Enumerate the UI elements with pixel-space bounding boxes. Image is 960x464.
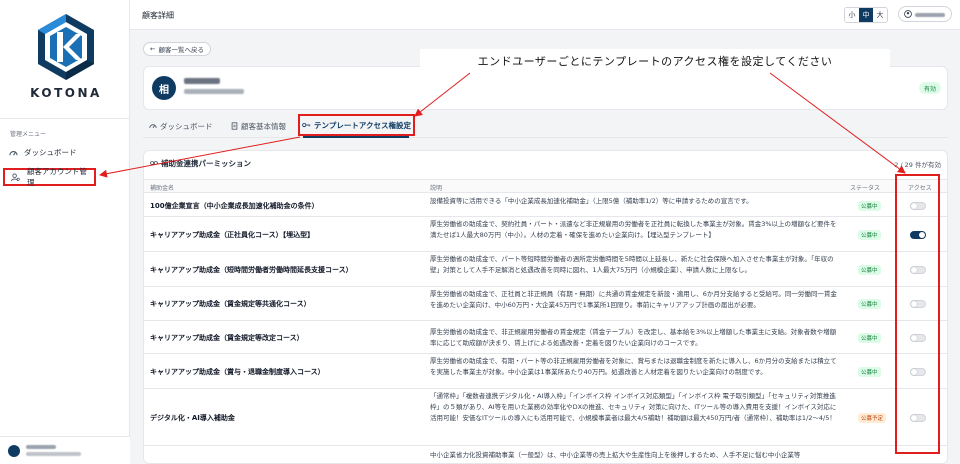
table-row: 100億企業宣言（中小企業成長加速化補助金の条件） 設備投資等に活用できる「中小企… <box>144 194 947 217</box>
table-row: キャリアアップ助成金（賃金規定等共通化コース） 厚生労働省の助成金で、正社員と非正… <box>144 287 947 321</box>
enabled-count: 2 / 29 件が有効 <box>894 161 941 169</box>
status-badge: 公募中 <box>858 366 881 377</box>
subsidy-name: 100億企業宣言（中小企業成長加速化補助金の条件） <box>150 201 319 210</box>
user-name-redacted <box>915 13 945 17</box>
font-size-switcher: 小 中 大 <box>844 7 888 23</box>
font-size-medium-button[interactable]: 中 <box>859 8 873 22</box>
sidebar-user[interactable] <box>0 436 130 464</box>
logo[interactable]: KOTONA <box>30 14 102 104</box>
menu-heading: 管理メニュー <box>10 131 47 138</box>
subsidy-name: キャリアアップ助成金（賃金規定等改定コース） <box>150 333 304 342</box>
tab-dashboard[interactable]: ダッシュボード <box>149 121 213 132</box>
panel-title: 補助金連携パーミッション <box>150 158 251 169</box>
permission-panel: 補助金連携パーミッション 2 / 29 件が有効 補助金名 説明 ステータス ア… <box>143 150 948 464</box>
sidebar-item-label: 顧客アカウント管理 <box>26 167 87 187</box>
column-header-status: ステータス <box>850 185 881 192</box>
status-badge: 公募中 <box>858 332 881 343</box>
table-row: キャリアアップ助成金（短時間労働者労働時間延長支援コース） 厚生労働省の助成金で、… <box>144 252 947 287</box>
table-header: 補助金名 説明 ステータス アクセス <box>144 179 947 193</box>
active-tab-indicator <box>303 136 409 138</box>
user-menu[interactable] <box>898 6 952 22</box>
font-size-large-button[interactable]: 大 <box>873 8 887 22</box>
panel-title-text: 補助金連携パーミッション <box>161 159 251 168</box>
user-icon <box>904 10 912 20</box>
status-badge: 公募中 <box>858 264 881 275</box>
table-row: キャリアアップ助成金（正社員化コース）【埋込型】 厚生労働省の助成金で、契約社員・… <box>144 217 947 252</box>
tab-template-access[interactable]: テンプレートアクセス権設定 <box>298 114 415 136</box>
sidebar-item-customer-accounts[interactable]: 顧客アカウント管理 <box>3 167 96 187</box>
topbar: 顧客詳細 小 中 大 <box>130 0 960 30</box>
status-badge: 公募中 <box>858 200 881 211</box>
column-header-desc: 説明 <box>430 185 443 192</box>
arrow-left-icon: ← <box>150 45 156 53</box>
subsidy-description: 厚生労働省の助成金で、契約社員・パート・派遣など非正規雇用の労働者を正社員に転換… <box>430 220 837 239</box>
tab-label: テンプレートアクセス権設定 <box>314 120 411 130</box>
customer-email-redacted <box>184 89 244 94</box>
subsidy-description: 「通常枠」「複数者連携デジタル化・AI導入枠」「インボイス枠 インボイス対応類型… <box>430 392 837 422</box>
link-icon <box>150 159 158 168</box>
status-badge: 公募中 <box>858 299 881 309</box>
user-name-redacted <box>26 445 56 449</box>
user-manage-icon <box>11 172 21 182</box>
sidebar-divider <box>0 118 130 119</box>
subsidy-description: 厚生労働省の助成金で、非正規雇用労働者の賃金規定（賃金テーブル）を改定し、基本給… <box>430 327 837 347</box>
logo-text: KOTONA <box>30 86 102 100</box>
subsidy-description: 厚生労働省の助成金で、有期・パート等の非正規雇用労働者を対象に、賞与または退職金… <box>430 357 837 376</box>
avatar <box>8 445 20 457</box>
subsidy-name: キャリアアップ助成金（短時間労働者労働時間延長支援コース） <box>150 265 353 274</box>
status-badge: 有効 <box>919 82 942 94</box>
subsidy-name: デジタル化・AI導入補助金 <box>150 413 235 422</box>
subsidy-description: 厚生労働省の助成金で、正社員と非正規員（有期・無期）に共通の賃金規定を新設・適用… <box>430 290 837 309</box>
sidebar: KOTONA 管理メニュー ダッシュボード 顧客アカウント管理 <box>0 0 130 464</box>
subsidy-name: キャリアアップ助成金（賃金規定等共通化コース） <box>150 300 311 308</box>
subsidy-name: キャリアアップ助成金（賞与・退職金制度導入コース） <box>150 367 325 376</box>
table-row: キャリアアップ助成金（賃金規定等改定コース） 厚生労働省の助成金で、非正規雇用労働… <box>144 321 947 354</box>
table-row: デジタル化・AI導入補助金 「通常枠」「複数者連携デジタル化・AI導入枠」「インボ… <box>144 389 947 446</box>
avatar: 相 <box>152 76 176 100</box>
document-icon <box>231 121 238 132</box>
table-row: 中小企業省力化投資補助事業（一般型）は、中小企業等の売上拡大や生産性向上を後押し… <box>144 446 947 463</box>
font-size-small-button[interactable]: 小 <box>845 8 859 22</box>
dashboard-icon <box>8 147 18 157</box>
status-badge: 公募予定 <box>858 412 887 423</box>
table-row: キャリアアップ助成金（賞与・退職金制度導入コース） 厚生労働省の助成金で、有期・パ… <box>144 354 947 389</box>
tab-label: 顧客基本情報 <box>241 122 286 131</box>
tab-label: ダッシュボード <box>160 122 213 131</box>
user-email-redacted <box>26 452 81 456</box>
tab-bar: ダッシュボード 顧客基本情報 テンプレートアクセス権設定 <box>143 114 948 138</box>
subsidy-description: 中小企業省力化投資補助事業（一般型）は、中小企業等の売上拡大や生産性向上を後押し… <box>430 451 801 459</box>
back-to-list-button[interactable]: ← 顧客一覧へ戻る <box>143 42 211 56</box>
tab-customer-info[interactable]: 顧客基本情報 <box>231 121 286 132</box>
subsidy-name: キャリアアップ助成金（正社員化コース）【埋込型】 <box>150 230 315 239</box>
back-label: 顧客一覧へ戻る <box>158 46 204 54</box>
status-badge: 公募中 <box>858 229 881 240</box>
sidebar-item-label: ダッシュボード <box>24 147 77 157</box>
page-title: 顧客詳細 <box>142 11 174 20</box>
subsidy-description: 厚生労働省の助成金で、パート等短時間労働者の週所定労働時間を5時間以上延長し、新… <box>430 255 834 274</box>
gauge-icon <box>149 122 157 131</box>
customer-name-redacted <box>184 78 220 84</box>
column-header-name: 補助金名 <box>150 185 175 192</box>
callout-annotation: エンドユーザーごとにテンプレートのアクセス権を設定してください <box>420 49 890 73</box>
access-column-highlight <box>895 174 940 454</box>
logo-mark-icon <box>38 14 94 80</box>
key-icon <box>302 121 311 130</box>
subsidy-description: 設備投資等に活用できる「中小企業成長加速化補助金」（上限5億（補助率1/2）等に… <box>430 197 753 205</box>
sidebar-item-dashboard[interactable]: ダッシュボード <box>8 143 77 161</box>
